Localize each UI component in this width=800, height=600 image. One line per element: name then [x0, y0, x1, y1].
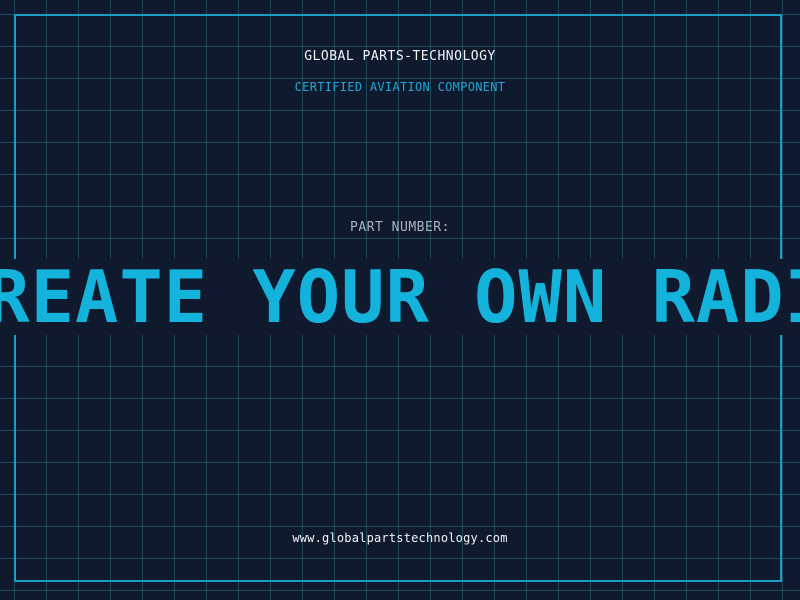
company-name: GLOBAL PARTS-TECHNOLOGY [304, 49, 496, 64]
certificate-canvas: GLOBAL PARTS-TECHNOLOGY CERTIFIED AVIATI… [0, 0, 800, 600]
part-number-value: CREATE YOUR OWN RADIO [0, 259, 800, 335]
website-url: www.globalpartstechnology.com [292, 531, 508, 545]
certificate-subtitle: CERTIFIED AVIATION COMPONENT [294, 80, 506, 94]
part-number-band: CREATE YOUR OWN RADIO [0, 259, 800, 335]
part-number-label: PART NUMBER: [350, 220, 450, 235]
